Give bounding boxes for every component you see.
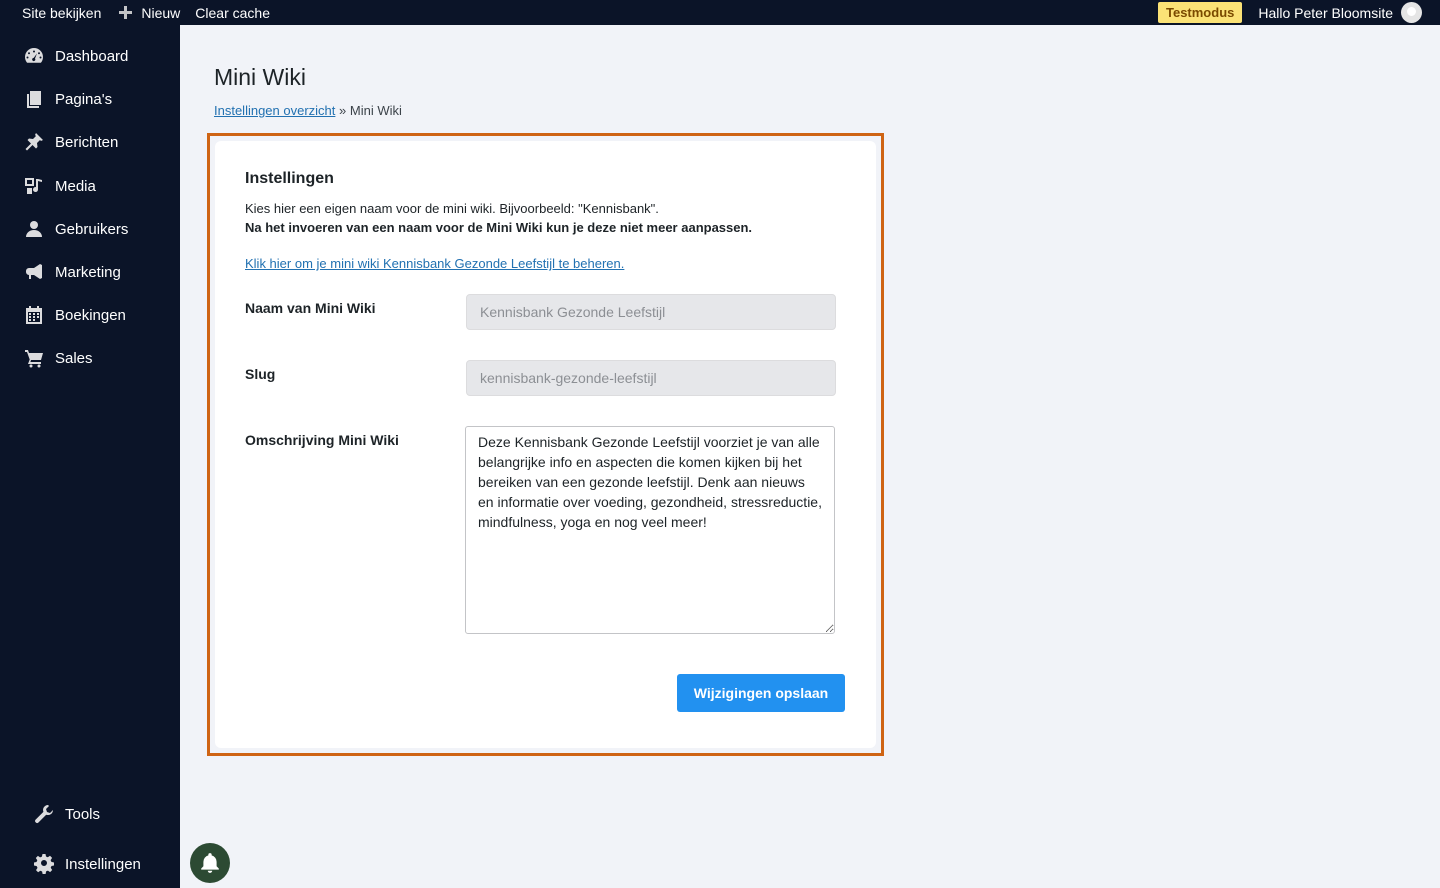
pin-icon [24,132,44,152]
breadcrumb-separator: » [339,103,347,118]
test-mode-badge: Testmodus [1157,2,1243,23]
manage-wiki-link[interactable]: Klik hier om je mini wiki Kennisbank Gez… [245,256,624,271]
breadcrumb: Instellingen overzicht » Mini Wiki [214,103,402,118]
bell-icon [201,853,219,873]
avatar[interactable] [1401,2,1422,23]
admin-topbar: Site bekijken Nieuw Clear cache Testmodu… [0,0,1440,25]
user-icon [24,219,44,239]
sidebar-item-label: Pagina's [55,90,113,108]
sidebar-item-users[interactable]: Gebruikers [0,214,180,244]
new-label: Nieuw [141,4,181,21]
sidebar-item-settings[interactable]: Instellingen [0,849,180,879]
clear-cache-link[interactable]: Clear cache [195,5,270,21]
sidebar-item-tools[interactable]: Tools [0,799,180,829]
sidebar-item-label: Marketing [55,263,121,281]
sidebar-item-label: Boekingen [55,306,126,324]
sidebar-item-sales[interactable]: Sales [0,343,180,373]
dashboard-icon [24,46,44,66]
description-textarea[interactable]: Deze Kennisbank Gezonde Leefstijl voorzi… [465,426,835,634]
sidebar-item-dashboard[interactable]: Dashboard [0,41,180,71]
name-field-label: Naam van Mini Wiki [245,300,376,316]
notifications-button[interactable] [190,843,230,883]
breadcrumb-current: Mini Wiki [349,103,402,118]
card-title: Instellingen [245,170,334,187]
breadcrumb-settings-link[interactable]: Instellingen overzicht [214,103,335,118]
topbar-right: Testmodus Hallo Peter Bloomsite [1157,0,1440,25]
plus-icon [119,6,133,19]
sidebar-item-label: Sales [55,349,93,367]
sidebar-item-label: Tools [65,805,101,823]
sidebar-item-media[interactable]: Media [0,171,180,201]
pages-icon [24,89,44,109]
sidebar-item-label: Media [55,177,96,195]
sidebar-item-label: Berichten [55,133,119,151]
slug-field-label: Slug [245,366,276,382]
sidebar-item-label: Instellingen [65,855,141,873]
sidebar-item-label: Dashboard [55,47,129,65]
description-field-label: Omschrijving Mini Wiki [245,432,399,448]
sidebar-item-marketing[interactable]: Marketing [0,257,180,287]
media-icon [24,176,44,196]
calendar-icon [24,305,44,325]
sidebar-item-bookings[interactable]: Boekingen [0,300,180,330]
card-warning: Na het invoeren van een naam voor de Min… [245,220,753,235]
megaphone-icon [24,262,44,282]
card-description: Kies hier een eigen naam voor de mini wi… [245,201,659,216]
sidebar-item-posts[interactable]: Berichten [0,127,180,157]
gear-icon [34,854,54,874]
sidebar-item-pages[interactable]: Pagina's [0,84,180,114]
sidebar: Dashboard Pagina's Berichten Media Gebru… [0,25,180,888]
sidebar-item-label: Gebruikers [55,220,129,238]
page-title: Mini Wiki [214,64,306,90]
cart-icon [24,348,44,368]
new-menu[interactable]: Nieuw [119,5,180,21]
user-greeting[interactable]: Hallo Peter Bloomsite [1258,5,1393,21]
save-changes-button[interactable]: Wijzigingen opslaan [677,674,845,712]
wiki-name-input[interactable] [466,294,836,330]
view-site-link[interactable]: Site bekijken [22,5,101,21]
wrench-icon [34,804,54,824]
slug-input[interactable] [466,360,836,396]
topbar-left: Site bekijken Nieuw Clear cache [0,0,270,25]
